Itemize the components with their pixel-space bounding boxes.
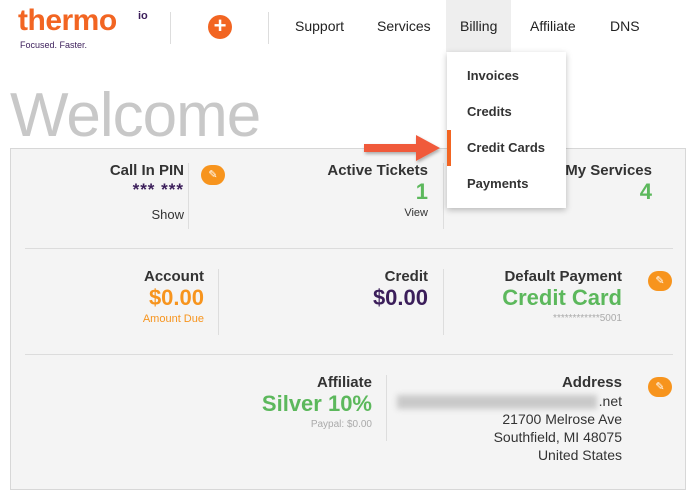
logo-suffix: io — [138, 10, 148, 22]
payment-value: Credit Card — [502, 285, 622, 310]
address-block: Address .net 21700 Melrose Ave Southfiel… — [362, 374, 622, 463]
redacted-email — [396, 395, 597, 410]
edit-icon[interactable]: ✎ — [201, 165, 225, 185]
header-divider — [268, 12, 269, 44]
payment-label: Default Payment — [504, 268, 622, 285]
header-divider — [170, 12, 171, 44]
address-email: .net — [362, 393, 622, 410]
nav-billing[interactable]: Billing — [446, 0, 512, 52]
logo-tagline: Focused. Faster. — [20, 40, 88, 50]
edit-icon[interactable]: ✎ — [648, 271, 672, 291]
logo-wordmark: thermo — [18, 4, 117, 37]
affiliate-value: Silver 10% — [261, 391, 372, 416]
page-title: Welcome — [10, 81, 261, 150]
affiliate-label: Affiliate — [316, 374, 372, 391]
nav-services[interactable]: Services — [363, 0, 445, 52]
credit-label: Credit — [384, 268, 428, 285]
address-line2: Southfield, MI 48075 — [493, 429, 622, 446]
address-line3: United States — [537, 447, 622, 464]
pin-block: Call In PIN *** *** Show — [24, 162, 184, 222]
account-value: $0.00 — [148, 285, 204, 310]
tickets-view-link[interactable]: View — [268, 207, 428, 219]
nav-affiliate[interactable]: Affiliate — [516, 0, 590, 52]
account-block: Account $0.00 Amount Due — [44, 268, 204, 325]
affiliate-paypal: Paypal: $0.00 — [310, 419, 372, 430]
logo[interactable]: thermo io Focused. Faster. — [18, 4, 158, 52]
tickets-block: Active Tickets 1 View — [268, 162, 428, 219]
plus-icon: + — [213, 13, 227, 38]
affiliate-block: Affiliate Silver 10% Paypal: $0.00 — [212, 374, 372, 430]
pin-label: Call In PIN — [109, 162, 184, 179]
pin-show-link[interactable]: Show — [24, 207, 184, 222]
column-divider — [188, 163, 189, 229]
address-line1: 21700 Melrose Ave — [502, 411, 622, 428]
dashboard-card: Call In PIN *** *** Show ✎ Active Ticket… — [10, 148, 686, 490]
header: thermo io Focused. Faster. + Support Ser… — [0, 0, 692, 56]
column-divider — [218, 269, 219, 335]
nav-dns[interactable]: DNS — [596, 0, 654, 52]
edit-icon[interactable]: ✎ — [648, 377, 672, 397]
payment-card-number: ************5001 — [553, 313, 622, 324]
account-sub: Amount Due — [142, 313, 204, 325]
menu-item-credit-cards[interactable]: Credit Cards — [447, 130, 566, 166]
credit-block: Credit $0.00 — [268, 268, 428, 311]
menu-item-credits[interactable]: Credits — [447, 94, 566, 130]
pin-value: *** *** — [132, 180, 184, 199]
payment-block: Default Payment Credit Card ************… — [422, 268, 622, 324]
tickets-value: 1 — [415, 179, 428, 204]
address-label: Address — [561, 374, 622, 391]
arrow-right-icon — [364, 135, 440, 161]
column-divider — [443, 163, 444, 229]
row-divider — [25, 248, 673, 249]
nav-support[interactable]: Support — [281, 0, 358, 52]
menu-item-payments[interactable]: Payments — [447, 166, 566, 202]
add-button[interactable]: + — [208, 15, 232, 39]
billing-dropdown: Invoices Credits Credit Cards Payments — [447, 52, 566, 208]
row-divider — [25, 354, 673, 355]
email-tail: .net — [598, 393, 622, 409]
menu-item-invoices[interactable]: Invoices — [447, 58, 566, 94]
account-label: Account — [144, 268, 204, 285]
credit-value: $0.00 — [372, 285, 428, 310]
